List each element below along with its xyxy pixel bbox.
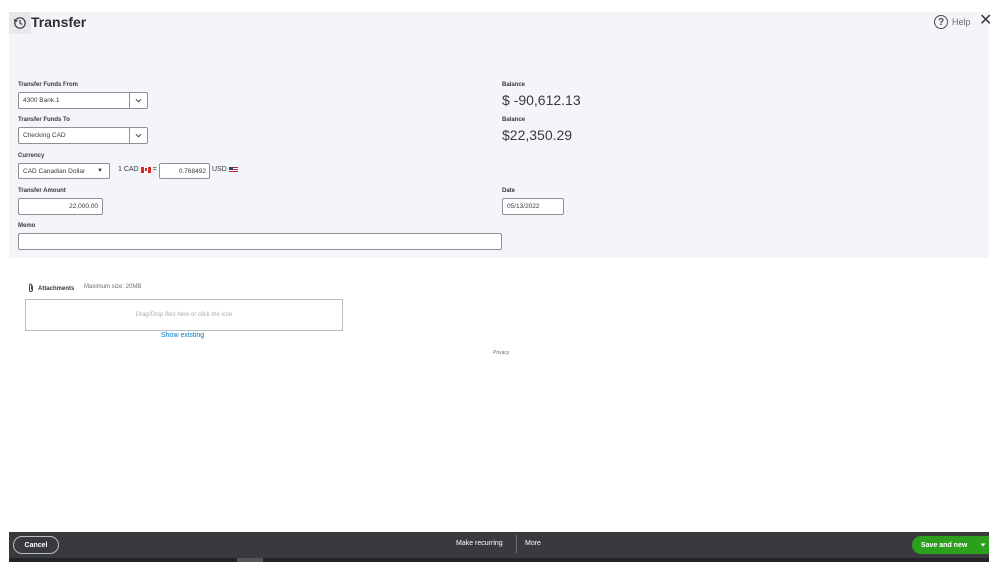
memo-input[interactable] [18,233,502,250]
chevron-down-icon[interactable] [129,128,147,143]
transfer-amount-input[interactable]: 22,000.00 [18,198,103,215]
date-label: Date [502,188,516,194]
chevron-down-icon[interactable] [129,93,147,108]
transfer-history-icon[interactable] [9,12,31,34]
transfer-amount-value: 22,000.00 [69,203,98,210]
help-button[interactable]: ? Help [934,15,971,29]
date-input[interactable]: 05/13/2022 [502,198,564,215]
chevron-down-icon[interactable] [977,536,989,554]
close-icon[interactable]: ✕ [979,13,992,29]
from-balance-label: Balance [502,82,526,88]
privacy-link[interactable]: Privacy [493,350,509,356]
transfer-from-select[interactable]: 4300 Bank.1 [18,92,148,109]
exchange-rate-suffix: USD [212,166,238,173]
transfer-to-label: Transfer Funds To [18,117,70,123]
memo-label: Memo [18,223,36,229]
exchange-rate-input[interactable]: 0.768492 [159,163,210,179]
attachments-max-size: Maximum size: 20MB [84,284,142,290]
cancel-button[interactable]: Cancel [13,536,59,554]
help-label: Help [952,17,971,27]
dropzone-text: Drag/Drop files here or click the icon [135,312,233,318]
save-and-new-label: Save and new [921,541,968,549]
from-balance-value: $ -90,612.13 [502,92,581,108]
scrollbar-thumb[interactable] [237,558,263,562]
transfer-from-value: 4300 Bank.1 [23,97,60,104]
exchange-rate-prefix: 1 CAD = [118,166,157,173]
to-balance-value: $22,350.29 [502,127,573,143]
dropdown-arrow-icon: ▼ [97,168,103,174]
rate-suffix-text: USD [212,166,227,173]
paperclip-icon[interactable] [27,283,35,295]
save-and-new-button[interactable]: Save and new [912,536,989,554]
transfer-to-select[interactable]: Checking CAD [18,127,148,144]
show-existing-link[interactable]: Show existing [161,332,204,339]
date-value: 05/13/2022 [507,203,540,210]
currency-value: CAD Canadian Dollar [23,167,86,175]
make-recurring-button[interactable]: Make recurring [456,540,503,547]
rate-prefix-text: 1 CAD [118,166,139,173]
transfer-form-panel: Transfer ? Help ✕ Transfer Funds From 43… [9,12,992,258]
transfer-dialog: Transfer ? Help ✕ Transfer Funds From 43… [9,12,992,562]
us-flag-icon [228,166,238,173]
currency-select[interactable]: CAD Canadian Dollar ▼ [18,163,110,179]
transfer-to-value: Checking CAD [23,132,66,139]
attachments-dropzone[interactable]: Drag/Drop files here or click the icon [25,299,343,331]
exchange-rate-value: 0.768492 [178,167,206,175]
page-title: Transfer [31,14,87,30]
more-button[interactable]: More [525,540,541,547]
canada-flag-icon [140,166,151,173]
to-balance-label: Balance [502,117,526,123]
horizontal-scrollbar[interactable] [9,558,989,562]
footer-divider [516,535,517,553]
rate-equals-text: = [152,166,157,173]
transfer-amount-label: Transfer Amount [18,188,66,194]
attachments-header: Attachments [27,283,74,295]
attachments-label: Attachments [38,286,75,292]
transfer-from-label: Transfer Funds From [18,82,79,88]
help-icon: ? [934,15,948,29]
currency-label: Currency [18,153,45,159]
